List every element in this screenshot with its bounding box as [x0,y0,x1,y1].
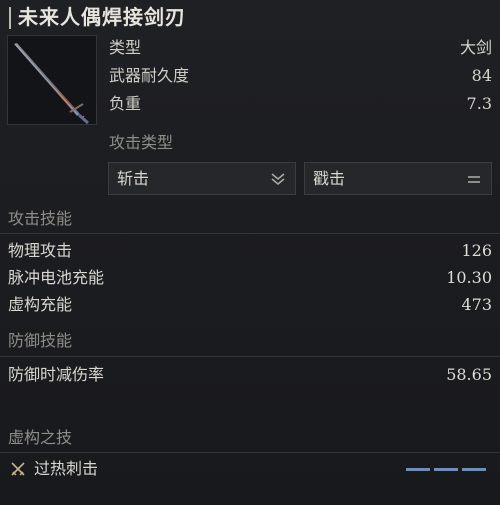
weapon-tooltip: 未来人偶焊接剑刃 类型 大剑 武器耐久度 84 负重 7.3 攻击类型 斩击 戳… [0,0,500,505]
attack-type-header: 攻击类型 [109,133,174,152]
divider [0,233,500,234]
info-row-durability: 武器耐久度 84 [109,63,492,89]
stat-value: 126 [461,241,492,260]
attack-type-slash[interactable]: 斩击 [108,162,296,195]
fable-arts-header: 虚构之技 [8,428,73,447]
attack-skill-header: 攻击技能 [8,209,73,228]
info-row-weight: 负重 7.3 [109,91,492,117]
attack-type-label: 戳击 [313,169,346,188]
stat-value: 10.30 [446,268,492,287]
stat-row-fable-charge: 虚构充能 473 [8,292,492,318]
attack-type-label: 斩击 [117,169,150,188]
stat-row-physical-attack: 物理攻击 126 [8,238,492,264]
fable-cost-slot [406,468,430,471]
double-chevron-down-icon [271,173,285,186]
fable-cost-slots [406,468,486,472]
weapon-image [7,35,97,125]
greatsword-icon [14,43,89,124]
info-label: 类型 [109,38,142,57]
divider [0,452,500,453]
crossed-swords-icon [11,462,25,476]
defense-skill-header: 防御技能 [8,331,73,350]
fable-cost-slot [462,468,486,471]
attack-type-pierce[interactable]: 戳击 [304,162,492,195]
stat-label: 物理攻击 [8,241,73,260]
info-value: 84 [471,66,492,85]
title-bar: 未来人偶焊接剑刃 [0,0,500,34]
stat-label: 防御时减伤率 [8,365,105,384]
info-row-type: 类型 大剑 [109,35,492,61]
fable-art-skill[interactable]: 过热刺击 [8,456,492,482]
divider [0,356,500,357]
stat-value: 58.65 [446,365,492,384]
info-label: 负重 [109,94,142,113]
weapon-name: 未来人偶焊接剑刃 [18,5,186,29]
title-accent [9,7,11,29]
stat-row-pulse-charge: 脉冲电池充能 10.30 [8,265,492,291]
stat-value: 473 [461,295,492,314]
info-value: 7.3 [466,94,492,113]
fable-cost-slot [434,468,458,471]
fable-art-name: 过热刺击 [34,459,99,478]
info-value: 大剑 [459,38,492,57]
stat-label: 脉冲电池充能 [8,268,105,287]
stat-label: 虚构充能 [8,295,73,314]
equals-icon [468,176,480,183]
info-label: 武器耐久度 [109,66,190,85]
stat-row-guard-reduction: 防御时减伤率 58.65 [8,362,492,388]
